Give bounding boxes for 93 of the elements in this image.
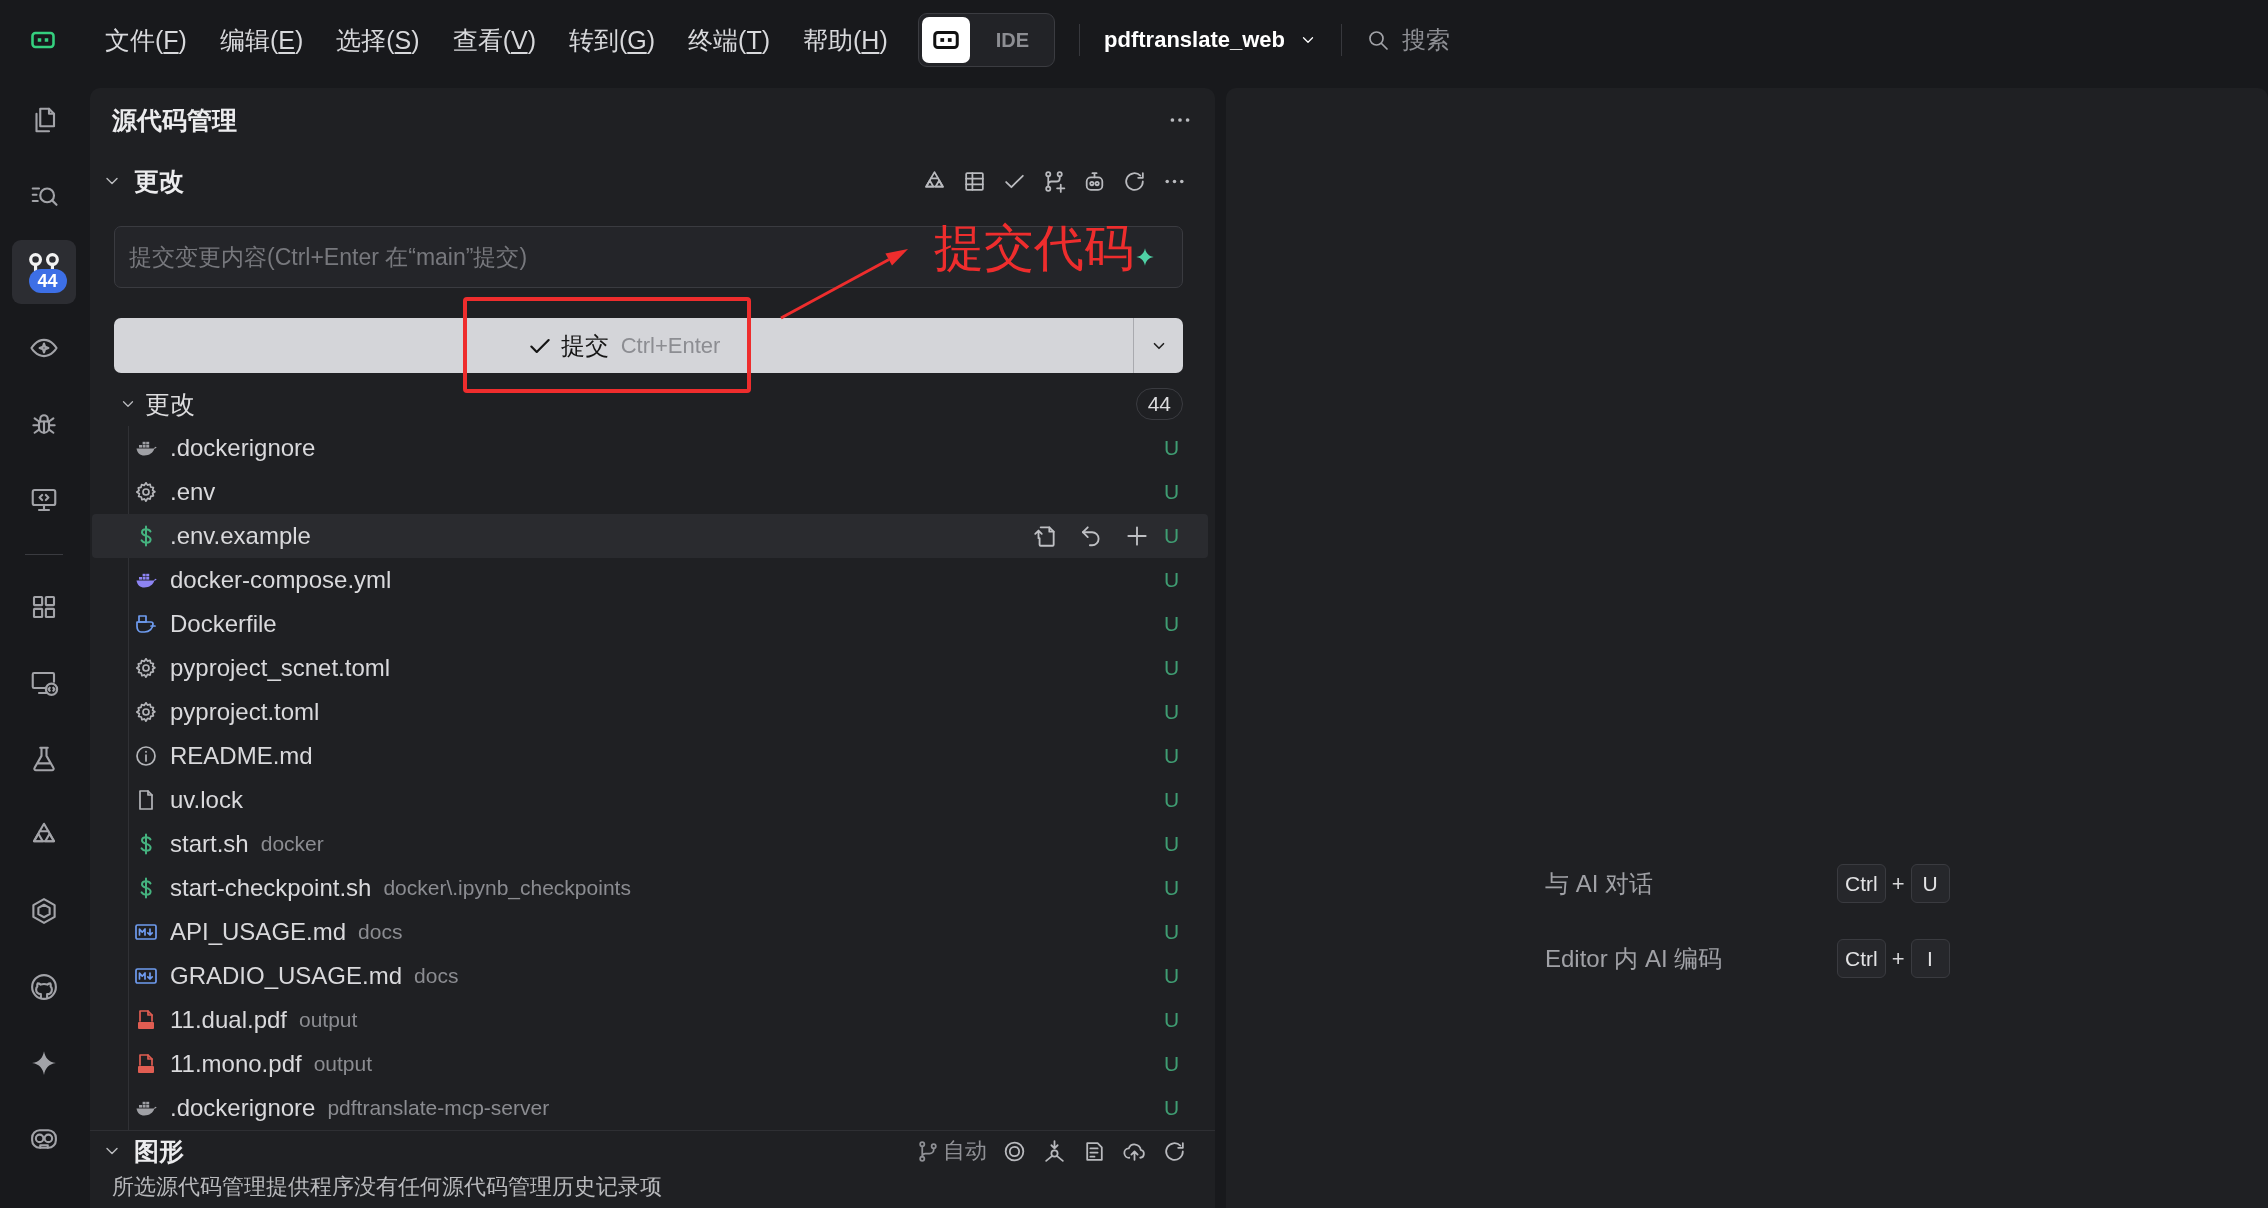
file-item[interactable]: 11.dual.pdf output U	[92, 998, 1208, 1042]
file-item[interactable]: start-checkpoint.sh docker\.ipynb_checkpoints U	[92, 866, 1208, 910]
branch-plus-icon[interactable]	[1042, 168, 1067, 194]
folder-path: output	[299, 1008, 358, 1032]
info-icon	[134, 744, 158, 768]
menu-item[interactable]: 编辑(E)	[219, 23, 304, 57]
status-letter: U	[1164, 832, 1178, 856]
group-title: 更改	[145, 388, 195, 420]
menu-item[interactable]: 文件(F)	[105, 23, 187, 57]
status-letter: U	[1164, 524, 1178, 548]
status-letter: U	[1164, 1008, 1178, 1032]
status-letter: U	[1164, 964, 1178, 988]
menu-item[interactable]: 选择(S)	[336, 23, 420, 57]
file-name: 11.dual.pdf	[170, 1006, 287, 1034]
arrow-node-icon[interactable]	[1042, 1138, 1067, 1164]
menu-item[interactable]: 转到(G)	[568, 23, 656, 57]
mode-tab[interactable]: IDE	[973, 17, 1052, 63]
document-arrow-icon[interactable]	[1032, 523, 1058, 549]
key-separator: +	[1891, 945, 1905, 972]
file-name: Dockerfile	[170, 610, 277, 638]
file-item[interactable]: pyproject.toml U	[92, 690, 1208, 734]
github-icon	[28, 972, 59, 1002]
menu-item[interactable]: 查看(V)	[452, 23, 536, 57]
status-letter: U	[1164, 568, 1178, 592]
status-letter: U	[1164, 920, 1178, 944]
search-icon	[1366, 28, 1390, 52]
file-item[interactable]: docker-compose.yml U	[92, 558, 1208, 602]
file-item[interactable]: start.sh docker U	[92, 822, 1208, 866]
file-item[interactable]: .dockerignore pdftranslate-mcp-server U	[92, 1086, 1208, 1130]
status-letter: U	[1164, 436, 1178, 460]
key-cap: U	[1910, 864, 1950, 903]
folder-path: docs	[358, 920, 403, 944]
file-item[interactable]: README.md U	[92, 734, 1208, 778]
auto-fetch-button[interactable]: 自动	[916, 1136, 987, 1166]
key-cap: Ctrl	[1837, 939, 1886, 978]
menu-item[interactable]: 帮助(H)	[803, 23, 888, 57]
file-name: start-checkpoint.sh	[170, 874, 372, 902]
status-letter: U	[1164, 1096, 1178, 1120]
file-item[interactable]: 11.mono.pdf output U	[92, 1042, 1208, 1086]
file-name: README.md	[170, 742, 313, 770]
folder-path: docker	[260, 832, 324, 856]
shortcut-label: Editor 内 AI 编码	[1545, 943, 1724, 974]
project-selector[interactable]: pdftranslate_web	[1104, 27, 1317, 53]
folder-path: docs	[414, 964, 459, 988]
menu-item[interactable]: 终端(T)	[688, 23, 770, 57]
file-item[interactable]: .env U	[92, 470, 1208, 514]
status-letter: U	[1164, 656, 1178, 680]
folder-path: pdftranslate-mcp-server	[327, 1096, 550, 1120]
status-letter: U	[1164, 1052, 1178, 1076]
file-name: .env.example	[170, 522, 311, 550]
status-letter: U	[1164, 612, 1178, 636]
file-item[interactable]: .dockerignore U	[92, 426, 1208, 470]
search-field[interactable]: 搜索	[1402, 26, 1458, 54]
file-name: uv.lock	[170, 786, 243, 814]
mode-tab[interactable]	[921, 17, 970, 63]
file-name: .env	[170, 478, 216, 506]
status-letter: U	[1164, 788, 1178, 812]
key-cap: Ctrl	[1837, 864, 1886, 903]
whale-outline-icon	[134, 612, 158, 636]
file-name: 11.mono.pdf	[170, 1050, 302, 1078]
file-item[interactable]: pyproject_scnet.toml U	[92, 646, 1208, 690]
file-name: .dockerignore	[170, 1094, 316, 1122]
file-name: API_USAGE.md	[170, 918, 347, 946]
file-name: docker-compose.yml	[170, 566, 392, 594]
key-cap: I	[1910, 939, 1950, 978]
folder-path: output	[313, 1052, 373, 1076]
file-item[interactable]: API_USAGE.md docs U	[92, 910, 1208, 954]
gear-icon	[134, 656, 158, 680]
file-item[interactable]: uv.lock U	[92, 778, 1208, 822]
gear-icon	[134, 480, 158, 504]
section-title: 图形	[134, 1135, 184, 1167]
status-letter: U	[1164, 744, 1178, 768]
file-name: pyproject_scnet.toml	[170, 654, 391, 682]
file-item[interactable]: GRADIO_USAGE.md docs U	[92, 954, 1208, 998]
gear-icon	[134, 700, 158, 724]
file-name: pyproject.toml	[170, 698, 320, 726]
file-name: GRADIO_USAGE.md	[170, 962, 403, 990]
status-letter: U	[1164, 700, 1178, 724]
status-letter: U	[1164, 480, 1178, 504]
file-item[interactable]: Dockerfile U	[92, 602, 1208, 646]
folder-path: docker\.ipynb_checkpoints	[383, 876, 631, 900]
empty-history-message: 所选源代码管理提供程序没有任何源代码管理历史记录项	[111, 1173, 663, 1201]
activity-button[interactable]: 44	[11, 240, 76, 304]
shortcut-label: 与 AI 对话	[1545, 868, 1654, 899]
file-name: .dockerignore	[170, 434, 316, 462]
file-item[interactable]: .env.example U	[92, 514, 1208, 558]
panel-title: 源代码管理	[112, 104, 237, 136]
file-name: start.sh	[170, 830, 249, 858]
section-title: 更改	[134, 165, 184, 197]
count-badge: 44	[28, 269, 67, 293]
commit-button[interactable]: 提交 Ctrl+Enter	[114, 318, 1133, 373]
status-letter: U	[1164, 876, 1178, 900]
key-separator: +	[1891, 870, 1905, 897]
